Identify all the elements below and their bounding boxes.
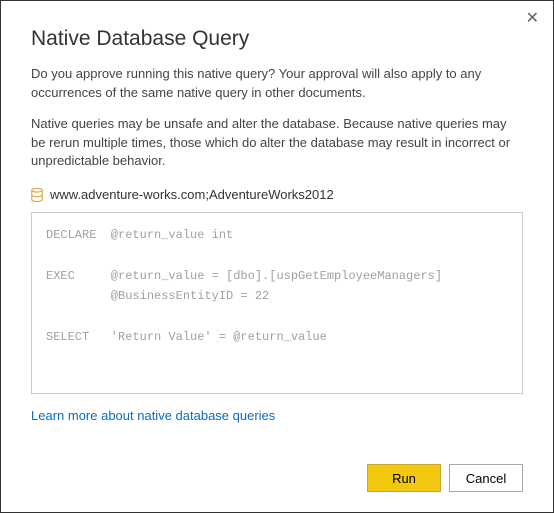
query-preview: DECLARE @return_value int EXEC @return_v… xyxy=(31,212,523,394)
run-button[interactable]: Run xyxy=(367,464,441,492)
data-source-row: www.adventure-works.com;AdventureWorks20… xyxy=(31,187,523,202)
dialog-title: Native Database Query xyxy=(31,27,523,51)
warning-text: Native queries may be unsafe and alter t… xyxy=(31,115,523,172)
close-button[interactable]: ✕ xyxy=(526,11,539,27)
database-icon xyxy=(31,188,43,202)
button-row: Run Cancel xyxy=(31,446,523,492)
native-query-dialog: ✕ Native Database Query Do you approve r… xyxy=(1,1,553,512)
learn-more-link[interactable]: Learn more about native database queries xyxy=(31,408,523,423)
cancel-button[interactable]: Cancel xyxy=(449,464,523,492)
data-source-label: www.adventure-works.com;AdventureWorks20… xyxy=(50,187,334,202)
approval-text: Do you approve running this native query… xyxy=(31,65,523,103)
